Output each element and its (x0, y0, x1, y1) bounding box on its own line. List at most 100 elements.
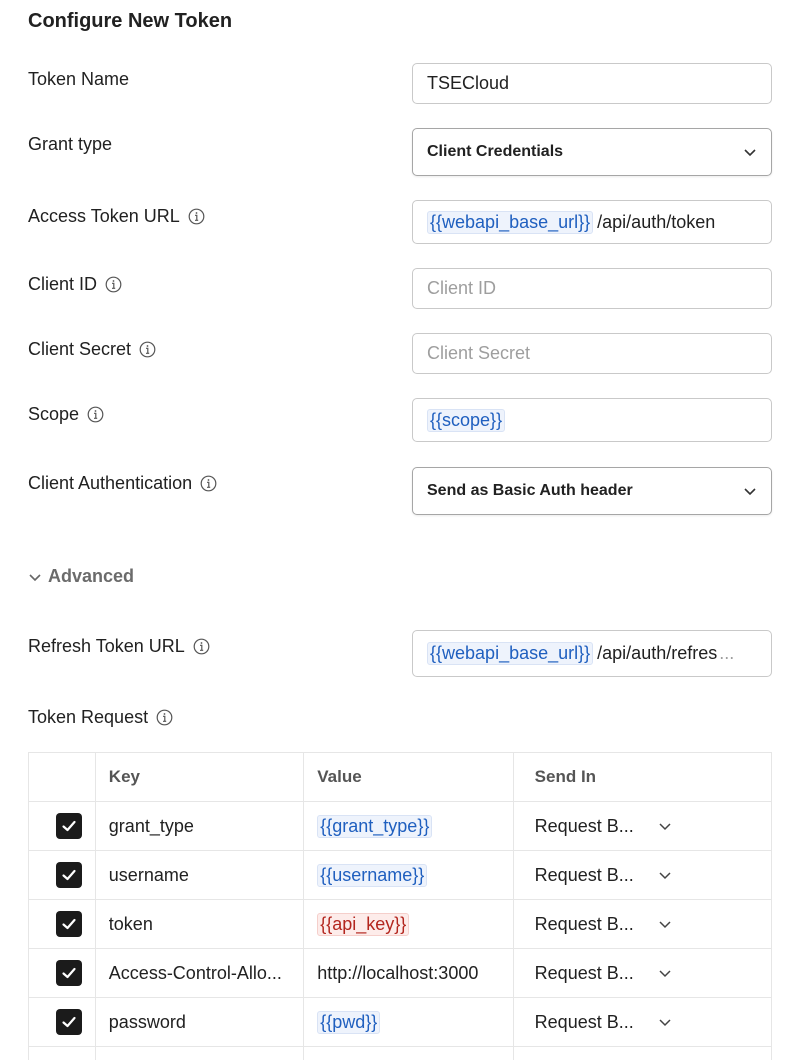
row-checkbox[interactable] (56, 911, 82, 937)
send-in-select[interactable]: Request B... (535, 914, 672, 935)
refresh-token-url-input[interactable]: {{webapi_base_url}} /api/auth/refres ... (412, 630, 772, 677)
row-checkbox[interactable] (56, 960, 82, 986)
chevron-down-icon (658, 966, 672, 980)
chevron-down-icon (658, 917, 672, 931)
access-token-url-label-text: Access Token URL (28, 206, 180, 226)
chevron-down-icon (743, 484, 757, 498)
token-name-value: TSECloud (427, 73, 510, 93)
row-checkbox[interactable] (56, 813, 82, 839)
scope-label: Scope (28, 404, 104, 425)
client-id-input[interactable]: Client ID (412, 268, 772, 309)
send-in-cell[interactable]: Request B... (514, 998, 771, 1046)
value-cell[interactable]: {{api_key}} (304, 900, 514, 948)
chevron-down-icon (658, 868, 672, 882)
chevron-down-icon (658, 819, 672, 833)
value-cell[interactable]: {{pwd}} (304, 998, 514, 1046)
key-cell[interactable]: Access-Control-Allo... (96, 949, 305, 997)
table-row: username {{username}} Request B... (29, 851, 771, 900)
table-row (29, 1047, 771, 1060)
token-name-input[interactable]: TSECloud (412, 63, 772, 104)
table-row: Access-Control-Allo... http://localhost:3… (29, 949, 771, 998)
value-text: {{grant_type}} (317, 814, 433, 838)
scope-input[interactable]: {{scope}} (412, 398, 772, 442)
checkbox-cell (29, 949, 96, 997)
empty-cell (96, 1047, 305, 1060)
send-in-cell[interactable]: Request B... (514, 900, 771, 948)
info-icon[interactable] (188, 208, 205, 225)
send-in-select[interactable]: Request B... (535, 816, 672, 837)
token-name-label-text: Token Name (28, 69, 130, 89)
checkmark-icon (62, 1016, 76, 1028)
value-cell[interactable]: {{username}} (304, 851, 514, 899)
key-cell[interactable]: username (96, 851, 305, 899)
send-in-cell[interactable]: Request B... (514, 949, 771, 997)
value-cell[interactable]: http://localhost:3000 (304, 949, 514, 997)
empty-cell (514, 1047, 771, 1060)
send-in-select[interactable]: Request B... (535, 1012, 672, 1033)
send-in-value: Request B... (534, 1011, 634, 1032)
token-request-label-text: Token Request (28, 707, 149, 727)
checkmark-icon (62, 918, 76, 930)
info-icon[interactable] (200, 475, 217, 492)
key-column-header: Key (96, 753, 305, 801)
scope-label-text: Scope (28, 404, 80, 424)
send-in-select[interactable]: Request B... (535, 865, 672, 886)
table-row: password {{pwd}} Request B... (29, 998, 771, 1047)
value-cell[interactable]: {{grant_type}} (304, 802, 514, 850)
empty-cell (304, 1047, 514, 1060)
send-in-cell[interactable]: Request B... (514, 851, 771, 899)
key-cell[interactable]: password (96, 998, 305, 1046)
access-token-url-variable: {{webapi_base_url}} (427, 210, 594, 234)
access-token-url-label: Access Token URL (28, 206, 205, 227)
client-authentication-label-text: Client Authentication (28, 473, 193, 493)
client-secret-label: Client Secret (28, 339, 156, 360)
grant-type-select[interactable]: Client Credentials (412, 128, 772, 176)
info-icon[interactable] (139, 341, 156, 358)
refresh-token-url-ellipsis: ... (719, 643, 735, 663)
checkmark-icon (62, 869, 76, 881)
grant-type-label: Grant type (28, 134, 112, 155)
row-checkbox[interactable] (56, 862, 82, 888)
chevron-down-icon (658, 1015, 672, 1029)
send-in-cell[interactable]: Request B... (514, 802, 771, 850)
checkbox-cell (29, 900, 96, 948)
checkbox-cell (29, 851, 96, 899)
key-cell[interactable]: token (96, 900, 305, 948)
send-in-value: Request B... (534, 913, 634, 934)
checkbox-column-header (29, 753, 96, 801)
access-token-url-input[interactable]: {{webapi_base_url}} /api/auth/token (412, 200, 772, 244)
checkmark-icon (62, 967, 76, 979)
client-authentication-value: Send as Basic Auth header (427, 482, 633, 499)
value-column-header: Value (304, 753, 514, 801)
scope-variable: {{scope}} (427, 408, 506, 432)
send-in-select[interactable]: Request B... (535, 963, 672, 984)
send-in-value: Request B... (534, 962, 634, 983)
key-cell[interactable]: grant_type (96, 802, 305, 850)
token-name-label: Token Name (28, 69, 129, 90)
grant-type-value: Client Credentials (427, 143, 564, 160)
send-in-column-header: Send In (534, 767, 597, 786)
row-checkbox[interactable] (56, 1009, 82, 1035)
value-text: {{username}} (317, 863, 428, 887)
empty-cell (29, 1047, 96, 1060)
info-icon[interactable] (87, 406, 104, 423)
refresh-token-url-variable: {{webapi_base_url}} (427, 642, 594, 665)
checkbox-cell (29, 802, 96, 850)
table-row: token {{api_key}} Request B... (29, 900, 771, 949)
client-id-label-text: Client ID (28, 274, 98, 294)
checkmark-icon (62, 820, 76, 832)
advanced-toggle[interactable]: Advanced (28, 566, 134, 587)
token-request-label: Token Request (28, 707, 173, 728)
info-icon[interactable] (105, 276, 122, 293)
info-icon[interactable] (156, 709, 173, 726)
advanced-label: Advanced (48, 566, 135, 586)
client-secret-input[interactable]: Client Secret (412, 333, 772, 374)
client-secret-placeholder: Client Secret (427, 343, 531, 363)
chevron-down-icon (29, 573, 41, 581)
info-icon[interactable] (193, 638, 210, 655)
refresh-token-url-label-text: Refresh Token URL (28, 636, 185, 656)
checkbox-cell (29, 998, 96, 1046)
grant-type-label-text: Grant type (28, 134, 113, 154)
client-authentication-select[interactable]: Send as Basic Auth header (412, 467, 772, 515)
client-id-placeholder: Client ID (427, 278, 497, 298)
